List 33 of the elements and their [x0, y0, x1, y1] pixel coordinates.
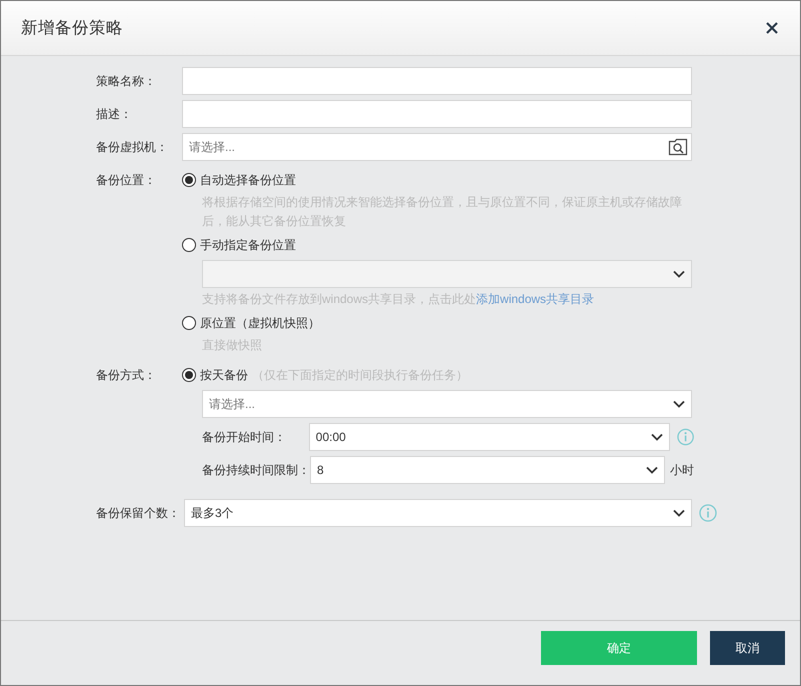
input-field[interactable] — [182, 100, 692, 128]
chevron-down-icon — [673, 400, 685, 408]
folder-search-icon — [668, 138, 688, 156]
option-label[interactable]: 原位置（虚拟机快照） — [200, 314, 320, 332]
radio-button[interactable] — [182, 316, 196, 330]
unit-label: 小时 — [670, 462, 694, 478]
option-label[interactable]: 手动指定备份位置 — [200, 236, 296, 254]
search-field[interactable]: 请选择... — [182, 133, 692, 161]
field-label: 备份持续时间限制： — [202, 462, 310, 478]
option-label[interactable]: 自动选择备份位置 — [200, 172, 296, 188]
cancel-button[interactable]: 取消 — [710, 631, 785, 665]
close-icon[interactable] — [766, 22, 778, 34]
chevron-down-icon — [650, 433, 663, 441]
dropdown[interactable]: 8 — [310, 456, 665, 484]
field-label: 备份开始时间： — [202, 428, 287, 446]
input-field[interactable] — [182, 67, 692, 95]
field-label: 备份虚拟机： — [96, 139, 169, 156]
dropdown[interactable]: 请选择... — [202, 390, 692, 418]
field-label: 备份方式： — [96, 367, 157, 384]
dialog-title: 新增备份策略 — [21, 18, 123, 39]
radio-button[interactable] — [182, 368, 196, 382]
option-label[interactable]: 按天备份 — [200, 366, 248, 384]
field-label: 备份保留个数： — [96, 505, 181, 522]
field-label: 策略名称： — [96, 73, 157, 90]
field-label: 备份位置： — [96, 172, 157, 189]
chevron-down-icon — [673, 270, 685, 278]
chevron-down-icon — [673, 509, 685, 517]
radio-button[interactable] — [182, 238, 196, 252]
dropdown[interactable]: 00:00 — [308, 423, 670, 451]
chevron-down-icon — [646, 466, 658, 474]
field-label: 描述： — [96, 106, 133, 123]
dropdown[interactable]: 最多3个 — [184, 499, 692, 527]
radio-button[interactable] — [182, 173, 196, 187]
